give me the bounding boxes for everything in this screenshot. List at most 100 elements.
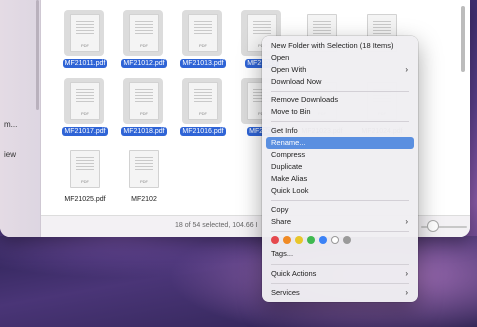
file-item[interactable]: PDF MF21025.pdf — [54, 150, 116, 214]
sidebar-item-2[interactable]: iew — [4, 150, 16, 159]
menu-separator — [271, 231, 409, 232]
pdf-file-icon: PDF — [129, 82, 159, 120]
menu-label: Share — [271, 217, 292, 226]
document-preview — [194, 89, 212, 103]
menu-services[interactable]: Services › — [266, 287, 414, 299]
file-name-text: MF21013.pdf — [180, 59, 226, 68]
icon-size-slider-thumb[interactable] — [427, 220, 439, 232]
file-item[interactable]: PDF MF21011.pdf — [54, 10, 116, 78]
tag-color-dot[interactable] — [283, 236, 291, 244]
menu-new-folder-with-selection[interactable]: New Folder with Selection (18 Items) — [266, 40, 414, 52]
document-preview — [76, 157, 94, 171]
file-name: MF21025.pdf — [54, 196, 116, 203]
pdf-label: PDF — [140, 111, 148, 116]
content-scrollbar[interactable] — [461, 6, 465, 72]
tag-color-dot[interactable] — [271, 236, 279, 244]
file-item[interactable]: PDF MF2102 — [113, 150, 175, 214]
file-item[interactable]: PDF MF21018.pdf — [113, 78, 175, 146]
file-name-text: MF2102 — [131, 196, 157, 203]
menu-label: Get Info — [271, 126, 298, 135]
pdf-file-icon: PDF — [70, 82, 100, 120]
menu-separator — [271, 121, 409, 122]
menu-duplicate[interactable]: Duplicate — [266, 161, 414, 173]
file-name: MF21016.pdf — [172, 127, 234, 136]
file-name: MF2102 — [113, 196, 175, 203]
menu-move-to-bin[interactable]: Move to Bin — [266, 106, 414, 118]
menu-label: Move to Bin — [271, 107, 311, 116]
menu-label: Download Now — [271, 77, 322, 86]
file-name: MF21017.pdf — [54, 127, 116, 136]
pdf-label: PDF — [140, 179, 148, 184]
pdf-file-icon: PDF — [70, 14, 100, 52]
chevron-right-icon: › — [405, 217, 408, 226]
menu-compress[interactable]: Compress — [266, 149, 414, 161]
tag-color-row — [271, 236, 411, 246]
document-preview — [253, 21, 271, 35]
file-name-text: MF21025.pdf — [64, 196, 106, 203]
file-item[interactable]: PDF MF21013.pdf — [172, 10, 234, 78]
document-preview — [135, 89, 153, 103]
menu-download-now[interactable]: Download Now — [266, 76, 414, 88]
file-name-text: MF21018.pdf — [121, 127, 167, 136]
file-name-text: MF21017.pdf — [62, 127, 108, 136]
file-name-text: MF21011.pdf — [62, 59, 108, 68]
file-name: MF21013.pdf — [172, 59, 234, 68]
menu-separator — [271, 283, 409, 284]
menu-tags[interactable]: Tags... — [266, 248, 414, 260]
file-name: MF21011.pdf — [54, 59, 116, 68]
menu-label: Open — [271, 53, 290, 62]
menu-make-alias[interactable]: Make Alias — [266, 173, 414, 185]
menu-copy[interactable]: Copy — [266, 204, 414, 216]
menu-label: New Folder with Selection (18 Items) — [271, 41, 394, 50]
menu-label: Remove Downloads — [271, 95, 339, 104]
tag-color-dot[interactable] — [319, 236, 327, 244]
menu-get-info[interactable]: Get Info — [266, 125, 414, 137]
tag-color-dot[interactable] — [295, 236, 303, 244]
chevron-right-icon: › — [405, 269, 408, 278]
pdf-file-icon: PDF — [188, 14, 218, 52]
document-preview — [194, 21, 212, 35]
selection-status: 18 of 54 selected, 104.66 I — [175, 222, 258, 229]
menu-label: Quick Look — [271, 186, 309, 195]
menu-label: Copy — [271, 205, 289, 214]
document-preview — [135, 157, 153, 171]
pdf-file-icon: PDF — [129, 150, 159, 188]
pdf-label: PDF — [81, 179, 89, 184]
menu-open[interactable]: Open — [266, 52, 414, 64]
menu-separator — [271, 91, 409, 92]
tag-color-dot[interactable] — [343, 236, 351, 244]
file-item[interactable]: PDF MF21017.pdf — [54, 78, 116, 146]
menu-label: Quick Actions — [271, 269, 317, 278]
chevron-right-icon: › — [405, 65, 408, 74]
sidebar: m... iew — [0, 0, 41, 237]
menu-quick-actions[interactable]: Quick Actions › — [266, 268, 414, 280]
file-name-text: MF21016.pdf — [180, 127, 226, 136]
sidebar-item-1[interactable]: m... — [4, 120, 17, 129]
menu-share[interactable]: Share › — [266, 216, 414, 228]
menu-quick-look[interactable]: Quick Look — [266, 185, 414, 197]
document-preview — [373, 21, 391, 35]
menu-rename[interactable]: Rename... — [266, 137, 414, 149]
file-name-text: MF21012.pdf — [121, 59, 167, 68]
menu-separator — [271, 200, 409, 201]
menu-remove-downloads[interactable]: Remove Downloads — [266, 94, 414, 106]
menu-label: Services — [271, 288, 300, 297]
file-name: MF21012.pdf — [113, 59, 175, 68]
tag-color-dot[interactable] — [307, 236, 315, 244]
menu-open-with[interactable]: Open With › — [266, 64, 414, 76]
context-menu: New Folder with Selection (18 Items) Ope… — [262, 36, 418, 302]
tag-color-dot[interactable] — [331, 236, 339, 244]
pdf-file-icon: PDF — [129, 14, 159, 52]
document-preview — [135, 21, 153, 35]
file-item[interactable]: PDF MF21016.pdf — [172, 78, 234, 146]
menu-label: Compress — [271, 150, 306, 159]
sidebar-scrollbar[interactable] — [36, 0, 39, 110]
menu-label: Rename... — [271, 138, 306, 147]
chevron-right-icon: › — [405, 288, 408, 297]
pdf-file-icon: PDF — [188, 82, 218, 120]
menu-separator — [271, 264, 409, 265]
file-item[interactable]: PDF MF21012.pdf — [113, 10, 175, 78]
menu-label: Tags... — [271, 249, 294, 258]
pdf-label: PDF — [81, 111, 89, 116]
document-preview — [76, 89, 94, 103]
